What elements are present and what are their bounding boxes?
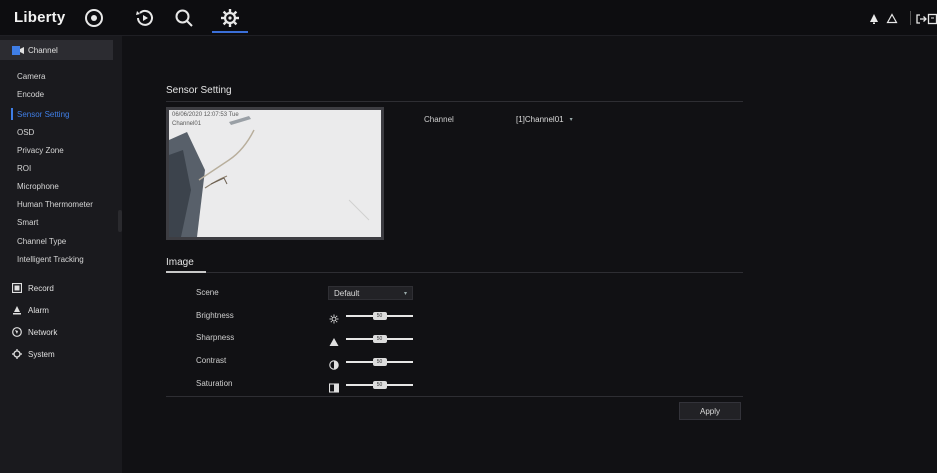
preview-scene xyxy=(169,110,381,237)
sidebar-item-smart[interactable]: Smart xyxy=(17,218,38,227)
saturation-label: Saturation xyxy=(196,379,233,388)
image-section-divider xyxy=(166,272,743,273)
form-divider xyxy=(166,396,743,397)
sidebar-item-channel-type[interactable]: Channel Type xyxy=(17,237,66,246)
app-logo: Liberty xyxy=(14,9,66,26)
sharpness-slider-thumb[interactable]: 50 xyxy=(372,335,387,343)
gear-icon[interactable] xyxy=(218,6,242,30)
contrast-slider-thumb[interactable]: 50 xyxy=(372,358,387,366)
scene-label: Scene xyxy=(196,288,219,297)
preview-osd-datetime: 06/06/2020 12:07:53 Tue xyxy=(172,112,239,118)
sidebar-item-camera[interactable]: Camera xyxy=(17,72,45,81)
channel-icon xyxy=(12,45,24,55)
sidebar-item-sensor-setting[interactable]: Sensor Setting xyxy=(17,110,69,119)
sidebar-section-system[interactable]: System xyxy=(12,349,55,359)
title-divider xyxy=(166,101,743,102)
top-bar: Liberty xyxy=(0,0,937,36)
sidebar-section-label: Network xyxy=(28,327,58,337)
sidebar-section-record[interactable]: Record xyxy=(12,283,54,293)
sharpness-label: Sharpness xyxy=(196,333,235,342)
system-gear-icon xyxy=(12,349,22,359)
sidebar-item-human-thermometer[interactable]: Human Thermometer xyxy=(17,200,93,209)
image-section-title: Image xyxy=(166,257,194,268)
page-title: Sensor Setting xyxy=(166,85,232,96)
alarm-bell-icon[interactable] xyxy=(868,12,880,24)
apply-button[interactable]: Apply xyxy=(679,402,741,420)
network-icon xyxy=(12,327,22,337)
notification-icon[interactable] xyxy=(886,12,898,24)
camera-preview[interactable]: 06/06/2020 12:07:53 Tue Channel01 xyxy=(166,107,384,240)
sidebar-section-label: Record xyxy=(28,283,54,293)
saturation-slider-thumb[interactable]: 50 xyxy=(372,381,387,389)
chevron-down-icon: ▾ xyxy=(569,116,573,123)
chevron-down-icon: ▾ xyxy=(403,290,407,297)
sidebar-header-channel[interactable]: Channel xyxy=(0,40,113,60)
scene-select[interactable]: Default ▾ xyxy=(328,286,413,300)
record-icon xyxy=(12,283,22,293)
search-icon[interactable] xyxy=(172,6,196,30)
topbar-separator xyxy=(910,11,911,25)
sidebar-item-microphone[interactable]: Microphone xyxy=(17,182,59,191)
channel-label: Channel xyxy=(424,115,454,124)
channel-select-value: [1]Channel01 xyxy=(516,114,564,124)
brightness-label: Brightness xyxy=(196,311,234,320)
sidebar-header-label: Channel xyxy=(28,45,58,55)
contrast-label: Contrast xyxy=(196,356,227,365)
sidebar-item-privacy-zone[interactable]: Privacy Zone xyxy=(17,146,64,155)
sharpness-icon xyxy=(329,334,339,346)
channel-select[interactable]: [1]Channel01 ▾ xyxy=(516,112,573,126)
sidebar-section-network[interactable]: Network xyxy=(12,327,57,337)
playback-icon[interactable] xyxy=(133,6,157,30)
sidebar-section-alarm[interactable]: Alarm xyxy=(12,305,49,315)
contrast-icon xyxy=(329,357,339,370)
sidebar-section-label: Alarm xyxy=(28,305,49,315)
sidebar-item-osd[interactable]: OSD xyxy=(17,128,34,137)
active-nav-indicator xyxy=(212,31,248,33)
saturation-icon xyxy=(328,380,340,393)
brightness-icon xyxy=(329,311,339,324)
preview-osd-channel: Channel01 xyxy=(172,121,202,127)
image-section-underline xyxy=(166,271,206,273)
fullscreen-icon[interactable] xyxy=(927,12,937,25)
brightness-slider-thumb[interactable]: 50 xyxy=(372,312,387,320)
live-view-icon[interactable] xyxy=(82,6,106,30)
sidebar-item-intelligent-tracking[interactable]: Intelligent Tracking xyxy=(17,255,84,264)
sidebar-item-encode[interactable]: Encode xyxy=(17,90,44,99)
active-item-indicator xyxy=(11,108,13,120)
logout-icon[interactable] xyxy=(915,12,927,24)
sidebar-item-roi[interactable]: ROI xyxy=(17,164,31,173)
sidebar-section-label: System xyxy=(28,349,55,359)
scene-select-value: Default xyxy=(334,288,360,298)
alarm-icon xyxy=(13,306,21,315)
